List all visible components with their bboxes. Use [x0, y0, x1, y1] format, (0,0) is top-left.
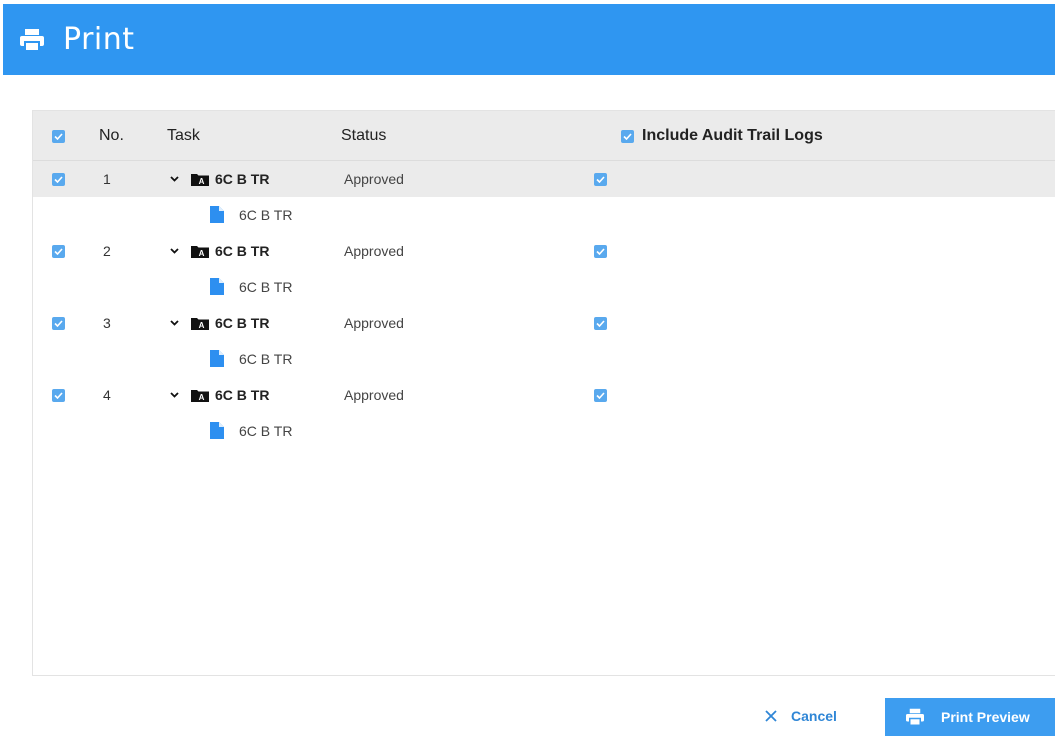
cancel-button[interactable]: Cancel: [765, 700, 837, 732]
dialog-title: Print: [63, 22, 135, 57]
select-all-checkbox[interactable]: [52, 111, 65, 161]
row-checkbox[interactable]: [52, 161, 65, 197]
list-item[interactable]: 6C B TR: [33, 197, 1055, 233]
chevron-down-icon[interactable]: [169, 390, 179, 400]
column-header-no[interactable]: No.: [99, 111, 124, 161]
svg-text:A: A: [199, 321, 205, 330]
table-header: No. Task Status Include Audit Trail Logs: [33, 111, 1055, 161]
chevron-down-icon[interactable]: [169, 318, 179, 328]
child-document-name[interactable]: 6C B TR: [239, 269, 292, 305]
status-text: Approved: [344, 315, 404, 331]
row-number: 1: [103, 171, 111, 187]
table-row[interactable]: 1 A 6C B TR Approved: [33, 161, 1055, 197]
folder-icon: A: [191, 173, 209, 186]
include-audit-logs-toggle[interactable]: Include Audit Trail Logs: [621, 111, 823, 161]
cancel-label: Cancel: [791, 708, 837, 724]
task-name[interactable]: 6C B TR: [215, 387, 269, 403]
svg-text:A: A: [199, 393, 205, 402]
task-cell: A 6C B TR: [169, 161, 269, 197]
task-name[interactable]: 6C B TR: [215, 171, 269, 187]
row-audit-checkbox[interactable]: [594, 305, 607, 341]
list-item[interactable]: 6C B TR: [33, 269, 1055, 305]
close-icon: [765, 710, 777, 722]
svg-text:A: A: [199, 249, 205, 258]
row-number: 4: [103, 387, 111, 403]
document-icon: [210, 206, 224, 223]
task-name[interactable]: 6C B TR: [215, 243, 269, 259]
task-cell: A 6C B TR: [169, 305, 269, 341]
status-text: Approved: [344, 171, 404, 187]
svg-text:A: A: [199, 177, 205, 186]
chevron-down-icon[interactable]: [169, 174, 179, 184]
row-checkbox[interactable]: [52, 233, 65, 269]
task-name[interactable]: 6C B TR: [215, 315, 269, 331]
column-header-task[interactable]: Task: [167, 111, 200, 161]
dialog-header: Print: [3, 4, 1055, 75]
child-document-name[interactable]: 6C B TR: [239, 413, 292, 449]
table-row[interactable]: 4 A 6C B TR Approved: [33, 377, 1055, 413]
list-item[interactable]: 6C B TR: [33, 413, 1055, 449]
row-number: 2: [103, 243, 111, 259]
document-icon: [210, 350, 224, 367]
folder-icon: A: [191, 389, 209, 402]
child-document-name[interactable]: 6C B TR: [239, 197, 292, 233]
row-number: 3: [103, 315, 111, 331]
printer-icon: [905, 708, 925, 726]
print-table: No. Task Status Include Audit Trail Logs…: [32, 110, 1055, 676]
table-body: 1 A 6C B TR Approved 6C B TR 2 A 6C B TR Approve…: [33, 161, 1055, 449]
table-row[interactable]: 2 A 6C B TR Approved: [33, 233, 1055, 269]
print-preview-button[interactable]: Print Preview: [885, 698, 1055, 736]
status-text: Approved: [344, 387, 404, 403]
row-audit-checkbox[interactable]: [594, 233, 607, 269]
document-icon: [210, 278, 224, 295]
task-cell: A 6C B TR: [169, 377, 269, 413]
row-checkbox[interactable]: [52, 305, 65, 341]
chevron-down-icon[interactable]: [169, 246, 179, 256]
folder-icon: A: [191, 317, 209, 330]
column-header-status[interactable]: Status: [341, 111, 386, 161]
include-audit-logs-checkbox[interactable]: [621, 129, 634, 143]
task-cell: A 6C B TR: [169, 233, 269, 269]
row-audit-checkbox[interactable]: [594, 161, 607, 197]
include-audit-logs-label: Include Audit Trail Logs: [642, 127, 823, 144]
document-icon: [210, 422, 224, 439]
folder-icon: A: [191, 245, 209, 258]
status-text: Approved: [344, 243, 404, 259]
list-item[interactable]: 6C B TR: [33, 341, 1055, 377]
child-document-name[interactable]: 6C B TR: [239, 341, 292, 377]
row-audit-checkbox[interactable]: [594, 377, 607, 413]
printer-icon: [19, 27, 45, 53]
table-row[interactable]: 3 A 6C B TR Approved: [33, 305, 1055, 341]
row-checkbox[interactable]: [52, 377, 65, 413]
print-preview-label: Print Preview: [941, 709, 1030, 725]
